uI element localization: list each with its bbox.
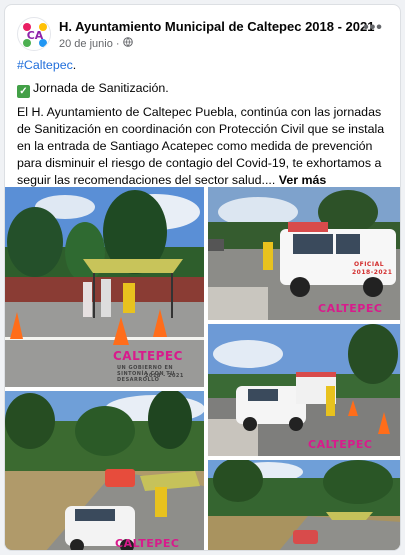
hashtag-link[interactable]: #Caltepec [17, 58, 73, 72]
watermark-text: CALTEPEC [115, 537, 180, 550]
meta-separator: · [115, 37, 120, 50]
post-meta: 20 de junio · [59, 37, 133, 50]
photo-sanitization-tent[interactable]: CALTEPEC UN GOBIERNO EN SINTONÍA CON TU … [5, 187, 204, 387]
watermark-years: 2018 - 2021 [145, 373, 184, 379]
watermark-text: CALTEPEC [308, 438, 373, 451]
post-body: El H. Ayuntamiento de Caltepec Puebla, c… [17, 105, 385, 187]
post-text: #Caltepec. ✓ Jornada de Sanitización. El … [17, 57, 391, 195]
more-options-button[interactable]: ••• [360, 20, 386, 43]
photo-grid: CALTEPEC UN GOBIERNO EN SINTONÍA CON TU … [5, 187, 400, 550]
photo-landscape-tent[interactable] [208, 460, 400, 550]
post-headline: Jornada de Sanitización. [33, 81, 169, 95]
see-more-link[interactable]: Ver más [279, 173, 327, 187]
post-header: CA H. Ayuntamiento Municipal de Caltepec… [17, 15, 390, 55]
page-avatar[interactable]: CA [17, 17, 51, 51]
photo-checkpoint[interactable]: CALTEPEC [208, 324, 400, 456]
watermark-text: CALTEPEC [113, 349, 183, 363]
post-date[interactable]: 20 de junio [59, 38, 113, 50]
truck-text-official: OFICIAL [354, 261, 385, 268]
watermark-text: CALTEPEC [318, 302, 383, 315]
photo-road-patrol[interactable]: CALTEPEC [5, 391, 204, 550]
photo-official-truck[interactable]: OFICIAL 2018-2021 CALTEPEC [208, 187, 400, 320]
truck-text-years: 2018-2021 [352, 269, 393, 276]
check-mark-icon: ✓ [17, 85, 30, 98]
hashtag-suffix: . [72, 58, 77, 72]
globe-icon [122, 37, 133, 50]
post-card: CA H. Ayuntamiento Municipal de Caltepec… [4, 4, 401, 551]
page-name-link[interactable]: H. Ayuntamiento Municipal de Caltepec 20… [59, 19, 374, 34]
svg-text:CA: CA [27, 29, 44, 42]
